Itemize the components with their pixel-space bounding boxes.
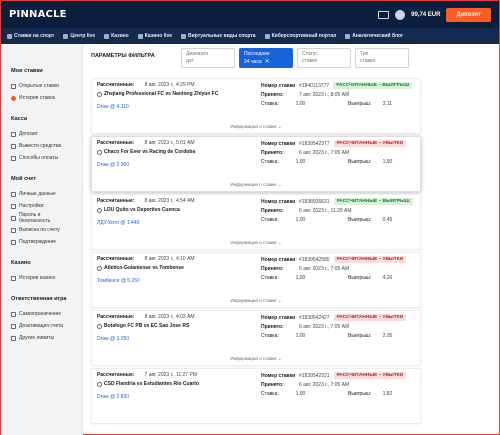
withdraw-icon xyxy=(11,143,16,149)
history-icon xyxy=(11,95,16,101)
sidebar-item-open-bets[interactable]: Открытые ставки xyxy=(11,80,72,92)
sidebar-item-payment-methods[interactable]: Способы оплаты xyxy=(11,152,72,164)
sidebar-item-personal-data[interactable]: Личные данные xyxy=(11,188,72,200)
deposit-button[interactable]: Депозит xyxy=(446,7,491,22)
bet-info-toggle[interactable]: Информация о ставке ⌄ xyxy=(91,240,421,246)
pinnacle-logo[interactable]: PINNACLE xyxy=(9,9,67,20)
filter-bet-type-button[interactable]: Тип ставки xyxy=(355,48,409,68)
match-name: CSD Flandria vs Estudiantes Rio Cuarto xyxy=(104,381,200,387)
nav-item-blog[interactable]: Аналитический блог xyxy=(345,33,403,39)
bet-info-toggle[interactable]: Информация о ставке ⌄ xyxy=(91,124,421,130)
sidebar-item-self-limit[interactable]: Самоограничение xyxy=(11,308,72,320)
limit-icon xyxy=(11,311,16,317)
bet-info-toggle[interactable]: Информация о ставке ⌄ xyxy=(91,182,421,188)
soccer-ball-icon xyxy=(97,149,102,155)
sidebar-item-withdraw[interactable]: Вывести средства xyxy=(11,140,72,152)
user-icon[interactable] xyxy=(395,9,406,20)
limits-icon xyxy=(11,335,16,341)
bet-card: Рассчитанные: 8 авг. 2023 г., 5:01 AM Cha… xyxy=(91,136,425,193)
nav-item-virtual[interactable]: Виртуальные виды спорта xyxy=(181,33,256,39)
sidebar-item-other-limits[interactable]: Другие лимиты xyxy=(11,332,72,344)
balance: 99,74 EUR xyxy=(411,11,441,18)
status-badge: РАССЧИТАННЫЕ – УБЫТКИ xyxy=(333,314,407,321)
bet-card: Рассчитанные: 8 авг. 2023 г., 4:10 AM Atl… xyxy=(91,252,425,309)
filter-date-range-button[interactable]: Диапазон дат xyxy=(181,48,235,68)
soccer-ball-icon xyxy=(97,207,102,213)
match-name: Atletico-Goianiense vs Tombense xyxy=(104,265,184,271)
account-sidebar: Мои ставки Открытые ставки История ставо… xyxy=(1,44,83,435)
esports-icon xyxy=(264,33,270,39)
bet-selection: Draw @ 4.110 xyxy=(97,104,129,110)
match-name: Zhejiang Professional FC vs Nantong Zhiy… xyxy=(104,91,219,97)
status-badge: РАССЧИТАННЫЕ – УБЫТКИ xyxy=(333,140,407,147)
card-icon xyxy=(11,155,16,161)
close-icon[interactable]: ✕ xyxy=(265,59,270,65)
sidebar-section-title: Мои ставки xyxy=(11,68,43,74)
bet-card: Рассчитанные: 8 авг. 2023 г., 4:29 PM Zhe… xyxy=(91,78,425,135)
history-icon xyxy=(11,275,16,281)
person-icon xyxy=(11,191,16,197)
deactivate-icon xyxy=(11,323,16,329)
bet-info-toggle[interactable]: Информация о ставке ⌄ xyxy=(91,356,421,362)
bet-selection: ЛДУ Кито @ 1.440 xyxy=(97,220,140,226)
blog-icon xyxy=(345,33,351,39)
casino-icon xyxy=(104,33,110,39)
sidebar-section-title: Мой счет xyxy=(11,176,37,182)
sidebar-item-deactivate[interactable]: Деактивация счета xyxy=(11,320,72,332)
sidebar-item-statement[interactable]: Выписка по счету xyxy=(11,224,72,236)
filter-bet-status-button[interactable]: Статус ставки xyxy=(297,48,351,68)
live-icon xyxy=(63,33,69,39)
filter-bar: ПАРАМЕТРЫ ФИЛЬТРА Диапазон дат Последние 2… xyxy=(91,48,413,68)
status-badge: РАССЧИТАННЫЕ – ВЫИГРЫШ xyxy=(333,82,413,89)
open-bets-icon xyxy=(11,83,16,89)
match-name: LDU Quito vs Deportivo Cuenca xyxy=(104,207,180,213)
nav-item-sports[interactable]: Ставки на спорт xyxy=(7,33,54,39)
status-badge: РАССЧИТАННЫЕ – УБЫТКИ xyxy=(333,372,407,379)
main-nav: Ставки на спорт Центр live Казино Казино… xyxy=(1,28,499,44)
bet-list: Рассчитанные: 8 авг. 2023 г., 4:29 PM Zhe… xyxy=(91,78,425,426)
nav-item-esports[interactable]: Киберспортивный портал xyxy=(264,33,336,39)
bet-card: Рассчитанные: 7 авг. 2023 г., 11:27 PM CS… xyxy=(91,368,425,425)
nav-item-casino-live[interactable]: Казино live xyxy=(137,33,172,39)
lock-icon xyxy=(11,215,16,221)
match-name: Chaco For Ever vs Racing de Cordoba xyxy=(104,149,196,155)
sports-icon xyxy=(7,33,12,39)
status-badge: РАССЧИТАННЫЕ – ВЫИГРЫШ xyxy=(333,198,413,205)
bet-selection: Draw @ 2.900 xyxy=(97,162,130,168)
bet-selection: Draw @ 2.820 xyxy=(97,394,130,400)
statement-icon xyxy=(11,227,16,233)
sidebar-item-bet-history[interactable]: История ставок xyxy=(11,92,72,104)
sidebar-section-title: Ответственная игра xyxy=(11,296,67,302)
check-icon xyxy=(11,239,16,245)
sidebar-section-title: Касса xyxy=(11,116,27,122)
sidebar-item-settings[interactable]: Настройки xyxy=(11,200,72,212)
soccer-ball-icon xyxy=(97,265,102,271)
filter-last-24h-button[interactable]: Последние 24 часа ✕ xyxy=(239,48,293,68)
mail-icon[interactable] xyxy=(378,10,390,19)
bet-selection: Томбенсе @ 5.260 xyxy=(97,278,140,284)
bet-card: Рассчитанные: 8 авг. 2023 г., 4:03 AM Bot… xyxy=(91,310,425,367)
soccer-ball-icon xyxy=(97,323,102,329)
sidebar-item-casino-history[interactable]: История казино xyxy=(11,272,72,284)
top-bar: PINNACLE 99,74 EUR Депозит xyxy=(1,1,499,28)
status-badge: РАССЧИТАННЫЕ – УБЫТКИ xyxy=(333,256,407,263)
bet-card: Рассчитанные: 8 авг. 2023 г., 4:54 AM LDU… xyxy=(91,194,425,251)
bet-info-toggle[interactable]: Информация о ставке ⌄ xyxy=(91,298,421,304)
virtual-icon xyxy=(181,33,187,39)
sidebar-item-verification[interactable]: Подтверждение xyxy=(11,236,72,248)
filter-label: ПАРАМЕТРЫ ФИЛЬТРА xyxy=(91,53,155,59)
sidebar-item-security[interactable]: Пароль и безопасность xyxy=(11,212,72,224)
bet-history-main: ПАРАМЕТРЫ ФИЛЬТРА Диапазон дат Последние 2… xyxy=(83,44,499,435)
match-name: Botafogo FC PB vs EC Sao Jose RS xyxy=(104,323,190,329)
soccer-ball-icon xyxy=(97,381,102,387)
gear-icon xyxy=(11,203,16,209)
casino-live-icon xyxy=(137,33,143,39)
sidebar-section-title: Казино xyxy=(11,260,31,266)
sidebar-item-deposit[interactable]: Депозит xyxy=(11,128,72,140)
nav-item-casino[interactable]: Казино xyxy=(104,33,129,39)
bet-selection: Draw @ 3.050 xyxy=(97,336,130,342)
deposit-icon xyxy=(11,131,16,137)
nav-item-live[interactable]: Центр live xyxy=(63,33,95,39)
soccer-ball-icon xyxy=(97,91,102,97)
